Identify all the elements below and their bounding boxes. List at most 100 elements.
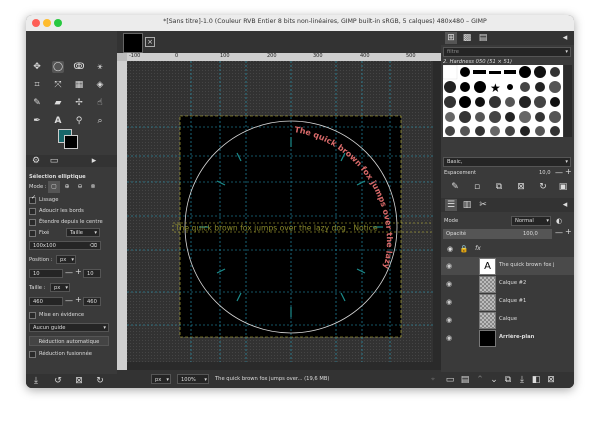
delete-options-icon[interactable]: ⊠: [73, 375, 85, 387]
zoom-tool-icon[interactable]: ⌕: [94, 115, 106, 127]
guides-select[interactable]: Aucun guide ▾: [29, 323, 109, 332]
raise-layer-icon[interactable]: ⌃: [474, 374, 486, 386]
reset-options-icon[interactable]: ↻: [94, 375, 106, 387]
crop-tool-icon[interactable]: ⌗: [31, 79, 43, 91]
layer-row[interactable]: ◉ Arrière-plan: [441, 329, 574, 347]
duplicate-brush-icon[interactable]: ⧉: [493, 181, 505, 193]
warp-tool-icon[interactable]: ▦: [73, 79, 85, 91]
eye-icon[interactable]: ◉: [446, 334, 452, 342]
fonts-tab-icon[interactable]: ▤: [477, 32, 489, 44]
auto-shrink-button[interactable]: Réduction automatique: [29, 336, 109, 346]
mode-add-icon[interactable]: ⊕: [61, 181, 73, 193]
delete-brush-icon[interactable]: ⊠: [515, 181, 527, 193]
brushes-tab-icon[interactable]: ⊞: [445, 32, 457, 44]
minus-icon[interactable]: —: [555, 228, 563, 237]
zoom-select[interactable]: 100% ▾: [177, 374, 209, 384]
fixed-size-input[interactable]: 100x100 ⌫: [29, 241, 101, 250]
patterns-tab-icon[interactable]: ▩: [461, 32, 473, 44]
horizontal-ruler[interactable]: -100 0 100 200 300 400 500: [127, 53, 441, 61]
mode-intersect-icon[interactable]: ⊗: [87, 181, 99, 193]
eraser-tool-icon[interactable]: ▰: [52, 97, 64, 109]
fixed-checkbox[interactable]: [29, 230, 36, 237]
mode-subtract-icon[interactable]: ⊖: [74, 181, 86, 193]
size-height-input[interactable]: 460: [83, 297, 101, 306]
position-y-input[interactable]: 10: [83, 269, 101, 278]
tab-menu-icon[interactable]: ▸: [88, 155, 100, 167]
navigate-icon[interactable]: ⌖: [427, 373, 439, 385]
minus-icon[interactable]: —: [65, 296, 73, 305]
brush-grid[interactable]: ★: [442, 64, 563, 137]
channels-tab-icon[interactable]: ▥: [461, 199, 473, 211]
unified-transform-tool-icon[interactable]: ⤧: [52, 79, 64, 91]
layer-row[interactable]: ◉ Calque: [441, 311, 574, 329]
plus-icon[interactable]: +: [75, 267, 82, 276]
new-layer-icon[interactable]: ▭: [444, 374, 456, 386]
layer-row[interactable]: ◉ Calque #1: [441, 293, 574, 311]
lock-position-icon[interactable]: fx: [472, 243, 484, 255]
edit-brush-icon[interactable]: ✎: [449, 181, 461, 193]
plus-icon[interactable]: +: [75, 295, 82, 304]
smudge-tool-icon[interactable]: ☝: [94, 97, 106, 109]
text-tool-icon[interactable]: A: [52, 115, 64, 127]
paintbrush-tool-icon[interactable]: ✎: [31, 97, 43, 109]
save-options-icon[interactable]: ⤓: [30, 375, 42, 387]
feather-checkbox[interactable]: [29, 208, 36, 215]
duplicate-layer-icon[interactable]: ⧉: [502, 374, 514, 386]
layer-mode-select[interactable]: Normal ▾: [511, 216, 551, 226]
tab-menu-icon[interactable]: ◂: [559, 199, 571, 211]
new-group-icon[interactable]: ▤: [459, 374, 471, 386]
plus-icon[interactable]: +: [565, 227, 572, 236]
minus-icon[interactable]: —: [555, 168, 563, 177]
close-image-icon[interactable]: ×: [145, 37, 155, 47]
mode-replace-icon[interactable]: ▢: [48, 181, 60, 193]
tool-options-tab-icon[interactable]: ⚙: [30, 155, 42, 167]
spacing-value[interactable]: 10,0: [539, 170, 551, 176]
brush-preset-select[interactable]: Basic, ▾: [443, 157, 571, 167]
layer-row[interactable]: ◉ Calque #2: [441, 275, 574, 293]
close-window-button[interactable]: [32, 19, 40, 27]
eye-icon[interactable]: ◉: [446, 280, 452, 288]
size-unit-select[interactable]: px ▾: [50, 283, 70, 292]
canvas-viewport[interactable]: The quick brown fox jumps over the lazy …: [127, 61, 441, 370]
composite-mode-icon[interactable]: ◐: [553, 215, 565, 227]
vertical-ruler[interactable]: [117, 61, 127, 370]
clear-icon[interactable]: ⌫: [90, 242, 97, 251]
brush-filter-input[interactable]: filtre ▾: [443, 47, 571, 57]
minimize-window-button[interactable]: [43, 19, 51, 27]
lasso-tool-icon[interactable]: ↂ: [73, 61, 85, 73]
lower-layer-icon[interactable]: ⌄: [488, 374, 500, 386]
horizontal-scrollbar[interactable]: [127, 362, 433, 370]
clone-tool-icon[interactable]: ✢: [73, 97, 85, 109]
delete-layer-icon[interactable]: ⊠: [545, 374, 557, 386]
move-tool-icon[interactable]: ✥: [31, 61, 43, 73]
bucket-fill-tool-icon[interactable]: ◈: [94, 79, 106, 91]
merge-down-icon[interactable]: ⤓: [516, 374, 528, 386]
merged-checkbox[interactable]: [29, 351, 36, 358]
opacity-slider[interactable]: Opacité 100,0: [443, 229, 552, 239]
tab-menu-icon[interactable]: ◂: [559, 32, 571, 44]
image-thumbnail[interactable]: [123, 33, 143, 53]
layer-mask-icon[interactable]: ◧: [530, 374, 542, 386]
new-brush-icon[interactable]: ▫: [471, 181, 483, 193]
fuzzy-select-tool-icon[interactable]: ⚹: [94, 61, 106, 73]
fixed-mode-select[interactable]: Taille ▾: [66, 228, 100, 237]
guide-text-line[interactable]: The quick brown fox jumps over the lazy …: [174, 224, 378, 233]
highlight-checkbox[interactable]: [29, 312, 36, 319]
eye-icon[interactable]: ◉: [446, 298, 452, 306]
plus-icon[interactable]: +: [565, 167, 572, 176]
layer-row[interactable]: ◉ A The quick brown fox j: [441, 257, 574, 275]
lock-pixels-icon[interactable]: 🔒: [458, 243, 470, 255]
position-unit-select[interactable]: px ▾: [56, 255, 76, 264]
device-status-tab-icon[interactable]: ▭: [48, 155, 60, 167]
position-x-input[interactable]: 10: [29, 269, 63, 278]
eye-icon[interactable]: ◉: [446, 262, 452, 270]
expand-center-checkbox[interactable]: [29, 219, 36, 226]
size-width-input[interactable]: 460: [29, 297, 63, 306]
unit-select[interactable]: px ▾: [151, 374, 171, 384]
ellipse-select-tool-icon[interactable]: ◯: [52, 61, 64, 73]
vertical-scrollbar[interactable]: [433, 61, 441, 370]
minus-icon[interactable]: —: [65, 268, 73, 277]
maximize-window-button[interactable]: [54, 19, 62, 27]
eye-icon[interactable]: ◉: [446, 316, 452, 324]
refresh-brushes-icon[interactable]: ↻: [537, 181, 549, 193]
